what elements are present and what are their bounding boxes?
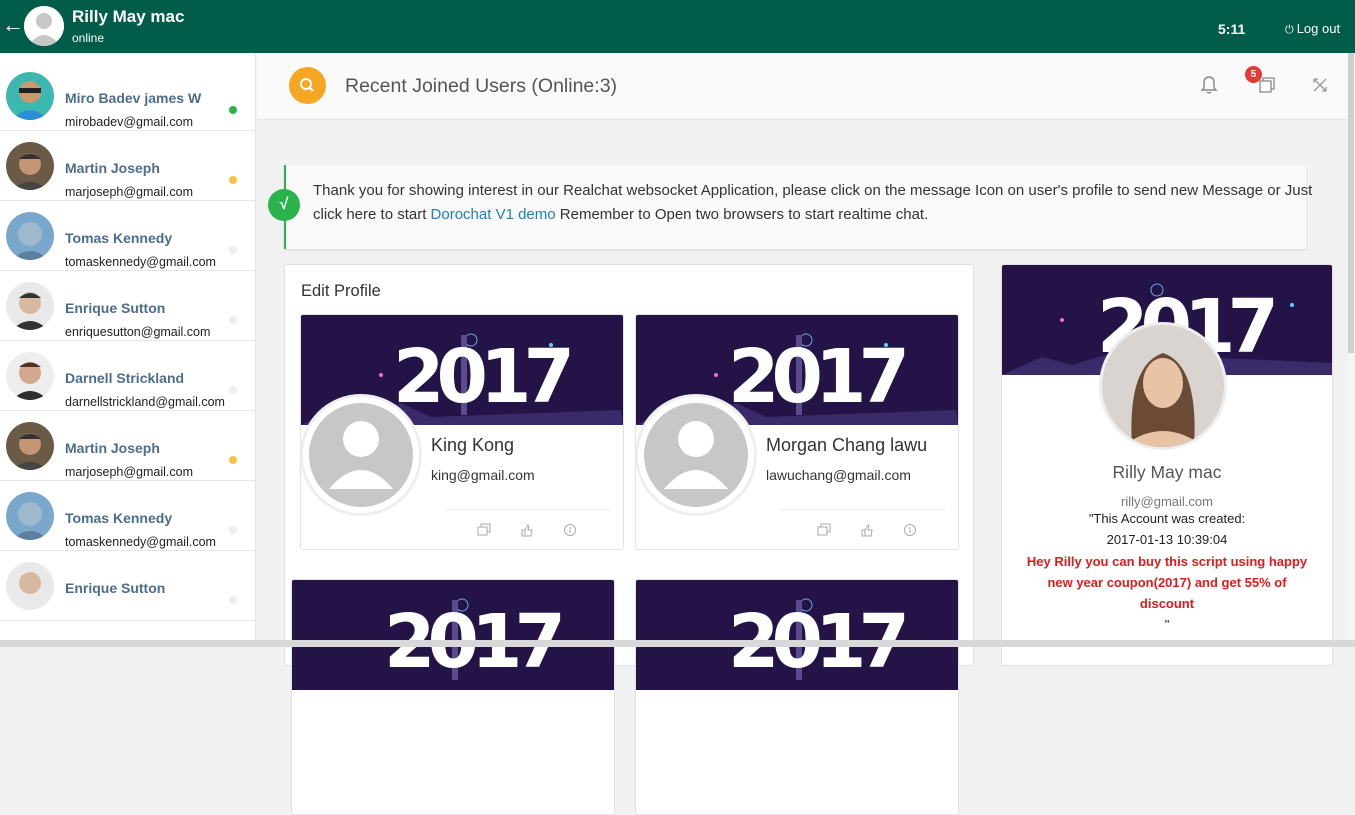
profile-avatar[interactable] xyxy=(638,397,754,513)
notification-badge: 5 xyxy=(1245,66,1262,83)
banner-year: 2017 xyxy=(393,334,575,420)
user-avatar xyxy=(6,352,54,400)
sidebar-user-item[interactable]: Enrique Sutton xyxy=(0,551,255,621)
check-icon: √ xyxy=(268,189,300,221)
alert-text: Thank you for showing interest in our Re… xyxy=(313,179,1313,227)
user-name: Enrique Sutton xyxy=(65,300,166,316)
status-dot xyxy=(229,106,237,114)
card-user-email: lawuchang@gmail.com xyxy=(766,467,911,483)
user-email: enriquesutton@gmail.com xyxy=(65,325,211,339)
new-year-banner: 2017 xyxy=(636,580,958,690)
divider xyxy=(780,509,945,510)
card-user-email: king@gmail.com xyxy=(431,467,535,483)
user-email: mirobadev@gmail.com xyxy=(65,115,194,129)
info-icon[interactable] xyxy=(903,523,917,537)
new-year-banner: 2017 xyxy=(292,580,614,690)
bell-icon[interactable] xyxy=(1197,73,1221,97)
logout-button[interactable]: ⏻ Log out xyxy=(1285,21,1340,37)
current-user-avatar[interactable] xyxy=(24,6,64,46)
user-name: Darnell Strickland xyxy=(65,370,185,386)
dorochat-demo-link[interactable]: Dorochat V1 demo xyxy=(431,206,556,223)
panel-title: Edit Profile xyxy=(301,282,381,300)
user-email: tomaskennedy@gmail.com xyxy=(65,255,216,269)
main-scrollbar[interactable] xyxy=(1347,53,1355,647)
user-email: marjoseph@gmail.com xyxy=(65,185,194,199)
page-header: Recent Joined Users (Online:3) 5 xyxy=(257,53,1347,120)
sidebar-user-item[interactable]: Enrique Sutton enriquesutton@gmail.com xyxy=(0,271,255,341)
status-dot xyxy=(229,526,237,534)
quote-end: " xyxy=(1164,617,1170,632)
user-card: 2017 King Kong king@gmail.com xyxy=(300,314,624,550)
user-name: Martin Joseph xyxy=(65,440,160,456)
sidebar-user-item[interactable]: Martin Joseph marjoseph@gmail.com xyxy=(0,411,255,481)
user-name: Martin Joseph xyxy=(65,160,160,176)
sidebar-user-item[interactable]: Miro Badev james W mirobadev@gmail.com xyxy=(0,61,255,131)
sidebar-user-item[interactable]: Martin Joseph marjoseph@gmail.com xyxy=(0,131,255,201)
status-dot xyxy=(229,176,237,184)
back-arrow-icon[interactable]: ← xyxy=(2,12,24,38)
promo-message: Hey Rilly you can buy this script using … xyxy=(1026,554,1308,611)
logout-label: Log out xyxy=(1296,21,1341,36)
power-icon: ⏻ xyxy=(1285,24,1294,36)
scrollbar-thumb[interactable] xyxy=(1348,53,1354,353)
profile-card: 2017 Rilly May mac rilly@gmail.com "This… xyxy=(1001,264,1333,666)
user-email: darnellstrickland@gmail.com xyxy=(65,395,225,409)
user-avatar xyxy=(6,142,54,190)
user-email: tomaskennedy@gmail.com xyxy=(65,535,216,549)
user-card: 2017 Morgan Chang lawu lawuchang@gmail.c… xyxy=(635,314,959,550)
user-sidebar[interactable]: Miro Badev james W mirobadev@gmail.com M… xyxy=(0,53,256,647)
info-alert: √ Thank you for showing interest in our … xyxy=(268,165,1312,249)
user-avatar xyxy=(6,492,54,540)
page-title: Recent Joined Users (Online:3) xyxy=(345,75,618,97)
user-avatar xyxy=(6,422,54,470)
status-dot xyxy=(229,596,237,604)
sidebar-user-item[interactable]: Darnell Strickland darnellstrickland@gma… xyxy=(0,341,255,411)
profile-name: Rilly May mac xyxy=(1112,462,1222,482)
like-icon[interactable] xyxy=(860,523,874,537)
user-avatar xyxy=(6,212,54,260)
status-dot xyxy=(229,456,237,464)
status-dot xyxy=(229,386,237,394)
user-card: 2017 xyxy=(635,579,959,815)
user-name: Enrique Sutton xyxy=(65,580,166,596)
current-user-name: Rilly May mac xyxy=(72,7,185,26)
like-icon[interactable] xyxy=(520,523,534,537)
banner-year: 2017 xyxy=(728,334,910,420)
status-dot xyxy=(229,316,237,324)
user-name: Tomas Kennedy xyxy=(65,510,173,526)
user-name: Tomas Kennedy xyxy=(65,230,173,246)
sidebar-user-item[interactable]: Tomas Kennedy tomaskennedy@gmail.com xyxy=(0,201,255,271)
user-avatar xyxy=(6,562,54,610)
status-dot xyxy=(229,246,237,254)
taskbar-strip xyxy=(0,640,1355,647)
user-card: 2017 xyxy=(291,579,615,815)
divider xyxy=(445,509,610,510)
user-email: marjoseph@gmail.com xyxy=(65,465,194,479)
search-button[interactable] xyxy=(289,67,326,104)
account-created-label: "This Account was created: xyxy=(1088,511,1246,526)
current-user-status: online xyxy=(72,31,105,45)
sidebar-user-item[interactable]: Tomas Kennedy tomaskennedy@gmail.com xyxy=(0,481,255,551)
user-avatar xyxy=(6,282,54,330)
account-created-date: 2017-01-13 10:39:04 xyxy=(1106,532,1228,547)
fullscreen-icon[interactable] xyxy=(1308,73,1332,97)
profile-photo[interactable] xyxy=(1102,325,1224,447)
profile-email: rilly@gmail.com xyxy=(1121,494,1213,509)
user-name: Miro Badev james W xyxy=(65,90,202,106)
card-user-name: King Kong xyxy=(431,435,515,455)
message-icon[interactable] xyxy=(477,523,491,537)
edit-profile-panel: Edit Profile 2017 King Kong king@gmail.c… xyxy=(284,264,974,815)
top-bar: ← Rilly May mac online 5:11 ⏻ Log out xyxy=(0,0,1355,53)
message-icon[interactable] xyxy=(817,523,831,537)
card-user-name: Morgan Chang lawu xyxy=(766,435,928,455)
alert-text-after: Remember to Open two browsers to start r… xyxy=(555,206,929,223)
info-icon[interactable] xyxy=(563,523,577,537)
user-avatar xyxy=(6,72,54,120)
search-icon xyxy=(300,78,314,92)
profile-avatar[interactable] xyxy=(303,397,419,513)
clock: 5:11 xyxy=(1218,21,1246,37)
